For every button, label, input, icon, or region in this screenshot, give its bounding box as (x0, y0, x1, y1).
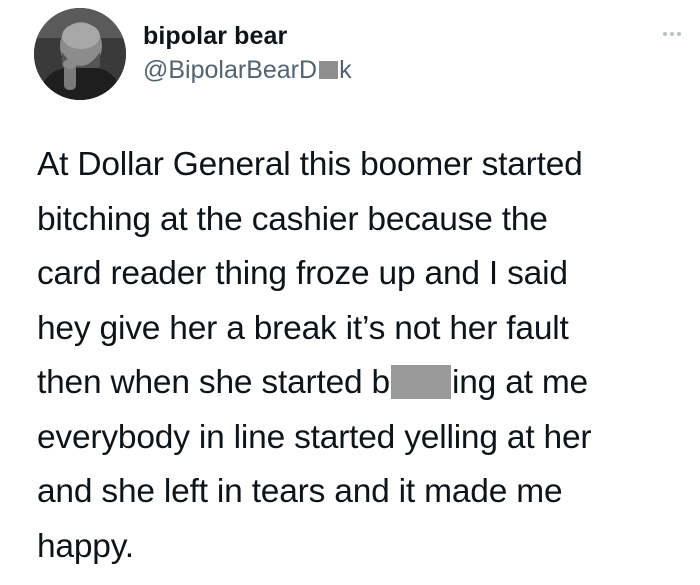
tweet-line-part: ing at me (451, 364, 588, 401)
tweet-line: At Dollar General this boomer started (37, 146, 583, 183)
tweet-line-redacted: then when she started b ing at me (37, 356, 687, 411)
handle-visible-end: k (339, 56, 352, 84)
avatar[interactable] (34, 8, 126, 100)
avatar-photo-icon (34, 8, 126, 100)
handle-visible-start: @BipolarBearD (143, 56, 318, 84)
tweet-line: everybody in line started yelling at her (37, 418, 592, 456)
more-horizontal-icon (677, 32, 681, 36)
author-handle[interactable]: @BipolarBearD k (143, 56, 352, 85)
tweet-line-part: then when she started b (37, 364, 390, 401)
tweet: bipolar bear @BipolarBearD k At Dollar Ge… (0, 0, 700, 585)
tweet-body: At Dollar General this boomer started bi… (37, 138, 687, 574)
tweet-line: bitching at the cashier because the (37, 200, 548, 238)
word-redaction-block (390, 365, 451, 399)
tweet-line: and she left in tears and it made me (37, 473, 563, 510)
author-display-name[interactable]: bipolar bear (143, 22, 287, 51)
tweet-line: hey give her a break it’s not her fault (37, 309, 569, 347)
tweet-line: happy. (37, 527, 134, 565)
more-horizontal-icon (670, 32, 674, 36)
more-options-button[interactable] (657, 22, 687, 46)
handle-redaction-block (319, 61, 339, 79)
tweet-line: card reader thing froze up and I said (37, 255, 568, 292)
more-horizontal-icon (663, 32, 667, 36)
